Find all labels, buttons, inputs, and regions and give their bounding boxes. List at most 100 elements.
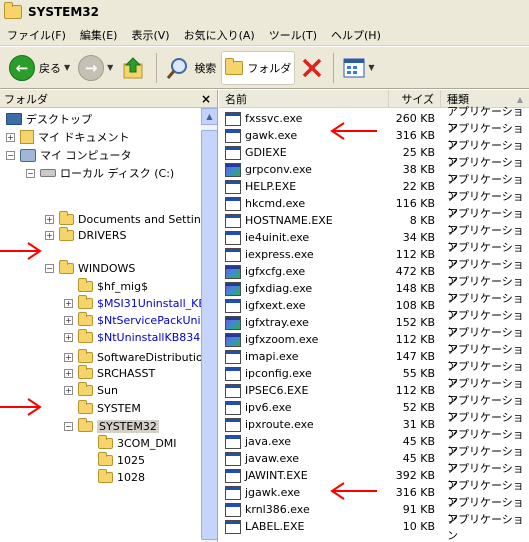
delete-x-icon bbox=[303, 58, 322, 77]
tree-item-system[interactable]: SYSTEM bbox=[78, 399, 141, 417]
file-name: ipconfig.exe bbox=[245, 367, 312, 380]
menu-help[interactable]: ヘルプ(H) bbox=[324, 27, 388, 43]
tree-item-ntservicepackuninstall[interactable]: + $NtServicePackUnin bbox=[64, 311, 208, 329]
folder-up-icon bbox=[123, 56, 143, 78]
expand-icon[interactable]: + bbox=[64, 315, 73, 325]
views-dropdown-icon[interactable]: ▼ bbox=[368, 63, 374, 72]
tree-item-label: Sun bbox=[97, 383, 118, 397]
file-name: LABEL.EXE bbox=[245, 520, 305, 533]
file-name: ipxroute.exe bbox=[245, 418, 314, 431]
application-icon bbox=[225, 366, 241, 381]
tree-item-label: SoftwareDistribution bbox=[97, 350, 210, 364]
expand-icon[interactable]: + bbox=[45, 230, 54, 240]
forward-button[interactable]: → ▼ bbox=[75, 51, 116, 85]
menu-view[interactable]: 表示(V) bbox=[124, 27, 176, 43]
tree-item-label: SRCHASST bbox=[97, 366, 156, 380]
file-size: 472 KB bbox=[395, 265, 435, 278]
expand-icon[interactable]: + bbox=[64, 368, 73, 378]
folders-button[interactable]: フォルダ bbox=[221, 50, 296, 85]
column-header-size[interactable]: サイズ bbox=[389, 90, 441, 108]
local-disk-icon bbox=[40, 169, 56, 177]
title-bar: SYSTEM32 bbox=[0, 0, 529, 24]
red-arrow-annotation bbox=[0, 398, 42, 416]
collapse-icon[interactable]: − bbox=[6, 150, 15, 160]
tree-item-system32[interactable]: − SYSTEM32 bbox=[64, 417, 159, 435]
tree-item-3com-dmi[interactable]: 3COM_DMI bbox=[98, 434, 177, 452]
expand-icon[interactable]: + bbox=[64, 298, 73, 308]
folder-icon bbox=[59, 259, 74, 274]
expand-icon[interactable]: + bbox=[64, 332, 73, 342]
forward-dropdown-icon[interactable]: ▼ bbox=[107, 63, 113, 72]
tree-item-label: マイ ドキュメント bbox=[38, 131, 130, 144]
tree-item-srchasst[interactable]: + SRCHASST bbox=[64, 364, 155, 382]
tree-item-label: SYSTEM32 bbox=[97, 419, 159, 433]
file-name-cell: LABEL.EXE bbox=[219, 519, 389, 534]
column-header-name[interactable]: 名前 bbox=[219, 90, 389, 108]
file-name-cell: HELP.EXE bbox=[219, 179, 389, 194]
expand-icon[interactable]: + bbox=[64, 385, 73, 395]
search-button[interactable]: 検索 bbox=[163, 51, 219, 85]
tree-item-desktop[interactable]: デスクトップ bbox=[6, 110, 92, 128]
folder-icon bbox=[78, 328, 93, 343]
file-size: 38 KB bbox=[402, 163, 435, 176]
scroll-up-arrow-icon[interactable]: ▲ bbox=[201, 108, 217, 125]
tree-item-drivers[interactable]: + DRIVERS bbox=[45, 226, 126, 244]
file-list-pane: 名前 サイズ 種類 ▲ fxssvc.exe 260 KB アプリケーション gawk… bbox=[219, 90, 529, 542]
file-name-cell: ipconfig.exe bbox=[219, 366, 389, 381]
file-name-cell: javaw.exe bbox=[219, 451, 389, 466]
collapse-icon[interactable]: − bbox=[26, 168, 35, 178]
back-label: 戻る bbox=[39, 61, 61, 75]
tree-item-1028[interactable]: 1028 bbox=[98, 468, 145, 486]
application-icon bbox=[225, 264, 241, 279]
close-icon[interactable]: × bbox=[201, 92, 211, 106]
forward-arrow-icon: → bbox=[78, 54, 105, 81]
collapse-icon[interactable]: − bbox=[64, 421, 73, 431]
tree-item-label: ローカル ディスク (C:) bbox=[60, 167, 175, 180]
file-name: fxssvc.exe bbox=[245, 112, 303, 125]
expand-icon[interactable]: + bbox=[64, 352, 73, 362]
expand-icon[interactable]: + bbox=[6, 132, 15, 142]
file-name: GDIEXE bbox=[245, 146, 287, 159]
collapse-icon[interactable]: − bbox=[45, 263, 54, 273]
file-name: iexpress.exe bbox=[245, 248, 314, 261]
tree-item-hf-mig[interactable]: $hf_mig$ bbox=[78, 277, 148, 295]
file-name: krnl386.exe bbox=[245, 503, 310, 516]
back-dropdown-icon[interactable]: ▼ bbox=[64, 63, 70, 72]
tree-item-windows[interactable]: − WINDOWS bbox=[45, 259, 135, 277]
back-button[interactable]: ← 戻る ▼ bbox=[6, 51, 73, 85]
scroll-thumb[interactable] bbox=[201, 130, 217, 540]
tree-item-msi31uninstall[interactable]: + $MSI31Uninstall_KB bbox=[64, 294, 206, 312]
tree-item-label: 3COM_DMI bbox=[117, 436, 177, 450]
tree-item-my-computer[interactable]: − マイ コンピュータ bbox=[6, 146, 132, 164]
menu-favorites[interactable]: お気に入り(A) bbox=[177, 27, 262, 43]
menu-tools[interactable]: ツール(T) bbox=[262, 27, 324, 43]
expand-icon[interactable]: + bbox=[45, 214, 54, 224]
red-arrow-annotation bbox=[330, 122, 377, 140]
tree-item-my-documents[interactable]: + マイ ドキュメント bbox=[6, 128, 130, 146]
tree-item-1025[interactable]: 1025 bbox=[98, 451, 145, 469]
application-icon bbox=[225, 502, 241, 517]
menu-file[interactable]: ファイル(F) bbox=[0, 27, 73, 43]
menu-edit[interactable]: 編集(E) bbox=[73, 27, 125, 43]
delete-button[interactable] bbox=[297, 51, 327, 85]
file-size: 260 KB bbox=[395, 112, 435, 125]
folder-pane-title: フォルダ bbox=[4, 92, 48, 106]
application-icon bbox=[225, 315, 241, 330]
application-icon bbox=[225, 179, 241, 194]
tree-item-sun[interactable]: + Sun bbox=[64, 381, 118, 399]
file-name-cell: iexpress.exe bbox=[219, 247, 389, 262]
application-icon bbox=[225, 519, 241, 534]
folder-pane-scrollbar[interactable]: ▲ bbox=[201, 108, 217, 542]
up-button[interactable] bbox=[118, 51, 150, 85]
tree-item-local-disk[interactable]: − ローカル ディスク (C:) bbox=[26, 164, 174, 182]
folder-icon bbox=[98, 434, 113, 449]
file-size: 34 KB bbox=[402, 231, 435, 244]
tree-item-ntuninstallkb[interactable]: + $NtUninstallKB8347 bbox=[64, 328, 207, 346]
file-row[interactable]: LABEL.EXE 10 KB アプリケーション bbox=[219, 513, 529, 542]
tree-item-label: WINDOWS bbox=[78, 261, 136, 275]
file-name: javaw.exe bbox=[245, 452, 300, 465]
file-name-cell: ipxroute.exe bbox=[219, 417, 389, 432]
views-button[interactable]: ▼ bbox=[340, 51, 377, 85]
tree-item-label: $MSI31Uninstall_KB bbox=[97, 296, 206, 310]
file-name-cell: igfxtray.exe bbox=[219, 315, 389, 330]
